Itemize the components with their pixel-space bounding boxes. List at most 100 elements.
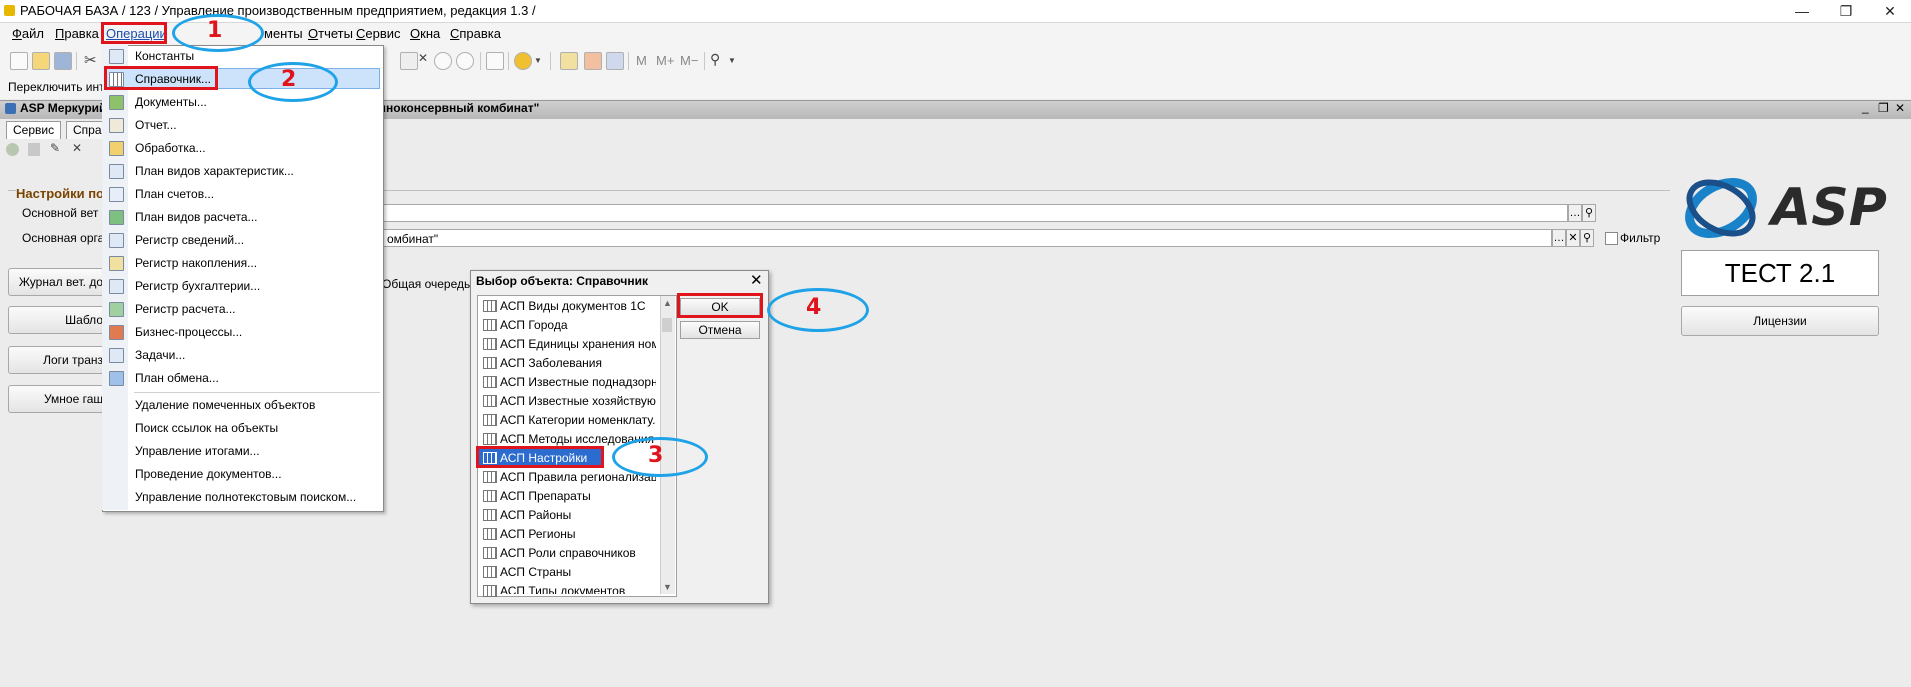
operations-menu-icon-stripe [102,45,128,510]
list-item[interactable]: АСП Районы [500,508,656,522]
close-button[interactable]: ✕ [1870,0,1910,22]
list-item[interactable]: АСП Города [500,318,656,332]
switch-interface-label[interactable]: Переключить инте [8,80,111,94]
menu-item-calculation-register[interactable]: Регистр расчета... [135,302,236,316]
org-search-icon[interactable]: ⚲ [1580,229,1594,247]
licenses-button[interactable]: Лицензии [1681,306,1879,336]
find-icon[interactable] [400,52,418,70]
menu-item-accounting-register[interactable]: Регистр бухгалтерии... [135,279,260,293]
menu-item-exchange-plan[interactable]: План обмена... [135,371,219,385]
menu-item-business-processes[interactable]: Бизнес-процессы... [135,325,242,339]
doc-close-button[interactable]: ✕ [1895,101,1905,115]
chevron-down-icon[interactable]: ▼ [534,56,542,65]
save-icon[interactable] [54,52,72,70]
menu-reports[interactable]: Отчеты [308,26,353,41]
window-title: РАБОЧАЯ БАЗА / 123 / Управление производ… [20,3,536,18]
toolbar-separator [76,52,77,70]
list-item[interactable]: АСП Единицы хранения ном... [500,337,656,351]
menu-item-manage-totals[interactable]: Управление итогами... [135,444,260,458]
list-item[interactable]: АСП Известные хозяйствую... [500,394,656,408]
chevron-down-icon[interactable]: ▼ [728,56,736,65]
cancel-button[interactable]: Отмена [680,321,760,339]
list-item[interactable]: АСП Препараты [500,489,656,503]
menu-item-report[interactable]: Отчет... [135,118,177,132]
delete-icon[interactable]: ✕ [72,141,82,155]
menu-item-tasks[interactable]: Задачи... [135,348,185,362]
menu-item-delete-marked[interactable]: Удаление помеченных объектов [135,398,315,412]
list-item[interactable]: АСП Типы документов [500,584,656,594]
documents-icon [109,95,124,110]
calculator-icon[interactable] [560,52,578,70]
org-input[interactable]: омбинат" [382,229,1552,247]
menu-item-post-documents[interactable]: Проведение документов... [135,467,282,481]
scroll-up-icon[interactable]: ▲ [663,298,672,308]
list-item[interactable]: АСП Известные поднадзорн... [500,375,656,389]
refresh-icon[interactable] [434,52,452,70]
vet-select-button[interactable]: … [1568,204,1582,222]
list-item[interactable]: АСП Виды документов 1С [500,299,656,313]
menu-edit[interactable]: Правка [55,26,99,41]
dialog-close-icon[interactable]: ✕ [750,271,763,289]
maximize-button[interactable]: ❐ [1826,0,1866,22]
menu-item-accounts-plan[interactable]: План счетов... [135,187,214,201]
menu-documents[interactable]: менты [264,26,303,41]
catalog-icon [483,528,497,540]
sync-icon[interactable] [456,52,474,70]
vet-search-icon[interactable]: ⚲ [1582,204,1596,222]
scroll-thumb[interactable] [662,318,672,332]
add-icon[interactable] [6,143,19,156]
menu-item-fulltext-search[interactable]: Управление полнотекстовым поиском... [135,490,356,504]
users-icon[interactable] [606,52,624,70]
annotation-number-2: 2 [281,67,297,92]
menu-help[interactable]: Справка [450,26,501,41]
copy-window-icon[interactable] [486,52,504,70]
memory-plus-button[interactable]: M+ [656,53,674,68]
doc-minimize-button[interactable]: _ [1862,100,1869,114]
memory-minus-button[interactable]: M− [680,53,698,68]
annotation-number-1: 1 [207,18,223,43]
org-select-button[interactable]: … [1552,229,1566,247]
templates-button[interactable]: Шабло [8,306,108,334]
menu-item-processing[interactable]: Обработка... [135,141,206,155]
copy-icon[interactable] [28,143,40,156]
menu-item-info-register[interactable]: Регистр сведений... [135,233,244,247]
tools-icon[interactable]: ⚲ [710,51,720,68]
annotation-number-4: 4 [806,295,822,320]
dialog-title: Выбор объекта: Справочник [476,274,648,288]
list-item[interactable]: АСП Роли справочников [500,546,656,560]
list-item[interactable]: АСП Страны [500,565,656,579]
vet-input[interactable] [382,204,1568,222]
cut-icon[interactable]: ✂ [84,51,97,69]
menu-item-accumulation-register[interactable]: Регистр накопления... [135,256,257,270]
menu-item-documents[interactable]: Документы... [135,95,207,109]
menu-file[interactable]: Файл [12,26,44,41]
menu-windows[interactable]: Окна [410,26,440,41]
list-item[interactable]: АСП Заболевания [500,356,656,370]
tab-service[interactable]: Сервис [6,121,62,139]
menu-item-constants[interactable]: Константы [135,49,194,63]
edit-icon[interactable]: ✎ [50,141,60,155]
minimize-button[interactable]: ― [1782,0,1822,22]
list-item[interactable]: АСП Регионы [500,527,656,541]
scroll-down-icon[interactable]: ▼ [663,582,672,592]
transaction-logs-button[interactable]: Логи транз [8,346,108,374]
menu-item-characteristics-plan[interactable]: План видов характеристик... [135,164,294,178]
filter-checkbox[interactable] [1605,232,1618,245]
menu-separator [134,392,380,393]
menu-service[interactable]: Сервис [356,26,401,41]
menu-item-find-references[interactable]: Поиск ссылок на объекты [135,421,278,435]
open-folder-icon[interactable] [32,52,50,70]
journal-button[interactable]: Журнал вет. до [8,268,108,296]
doc-restore-button[interactable]: ❐ [1878,101,1889,115]
calendar-icon[interactable] [584,52,602,70]
list-item[interactable]: АСП Категории номенклату... [500,413,656,427]
catalog-icon [483,300,497,312]
new-document-icon[interactable] [10,52,28,70]
memory-button[interactable]: M [636,53,647,68]
catalog-icon [483,509,497,521]
org-clear-icon[interactable]: ✕ [1566,229,1580,247]
info-icon[interactable] [514,52,532,70]
menu-item-calculation-types[interactable]: План видов расчета... [135,210,258,224]
smart-cancel-button[interactable]: Умное гаш [8,385,108,413]
clear-icon[interactable]: ✕ [418,51,428,65]
